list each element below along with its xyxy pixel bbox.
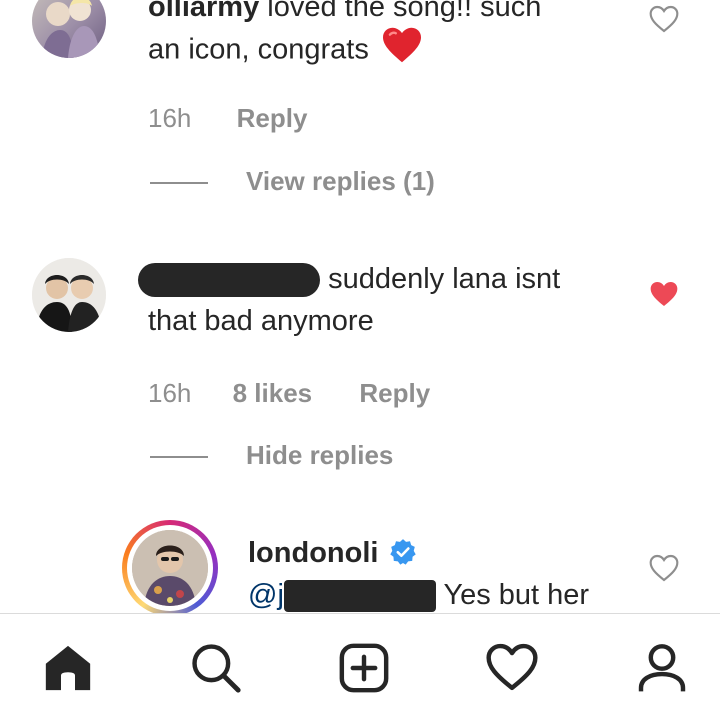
profile-icon[interactable] (634, 640, 690, 696)
new-post-icon[interactable] (336, 640, 392, 696)
avatar[interactable] (32, 258, 106, 332)
heart-emoji-icon (381, 26, 423, 76)
redacted-mention (283, 580, 436, 613)
comment-time: 16h (148, 378, 192, 408)
heart-filled-icon (650, 282, 678, 306)
comment-text: loved the song!! such (267, 0, 542, 23)
reply-username[interactable]: londonoli (248, 537, 378, 569)
avatar-photo (42, 0, 100, 58)
home-icon[interactable] (40, 640, 96, 696)
avatar[interactable] (32, 0, 106, 58)
story-ring[interactable] (122, 520, 218, 616)
likes-count[interactable]: 8 likes (233, 378, 313, 408)
verified-badge-icon (389, 536, 417, 578)
reply-text: Yes but her (443, 579, 590, 611)
reply-button[interactable]: Reply (359, 378, 430, 408)
view-replies-button[interactable]: View replies (1) (246, 166, 435, 196)
thread-line (150, 456, 208, 458)
comment-username[interactable]: olliarmy (148, 0, 259, 23)
activity-heart-icon[interactable] (484, 640, 540, 696)
comment-text: suddenly lana isnt (328, 263, 561, 295)
like-button[interactable] (648, 279, 680, 309)
avatar-photo (132, 530, 208, 606)
like-button[interactable] (648, 553, 680, 583)
reply-button[interactable]: Reply (237, 103, 308, 133)
mention-link[interactable]: @j (248, 579, 284, 611)
heart-outline-icon (649, 5, 679, 33)
heart-outline-icon (649, 554, 679, 582)
comment-text: an icon, congrats (148, 33, 369, 66)
bottom-nav-bar (0, 613, 720, 714)
comment-time: 16h (148, 103, 192, 133)
comment-text: that bad anymore (148, 305, 374, 337)
like-button[interactable] (648, 4, 680, 34)
hide-replies-button[interactable]: Hide replies (246, 440, 393, 470)
avatar-photo (32, 258, 106, 332)
avatar (132, 530, 208, 606)
redacted-username (138, 263, 320, 298)
search-icon[interactable] (188, 640, 244, 696)
thread-line (150, 182, 208, 184)
